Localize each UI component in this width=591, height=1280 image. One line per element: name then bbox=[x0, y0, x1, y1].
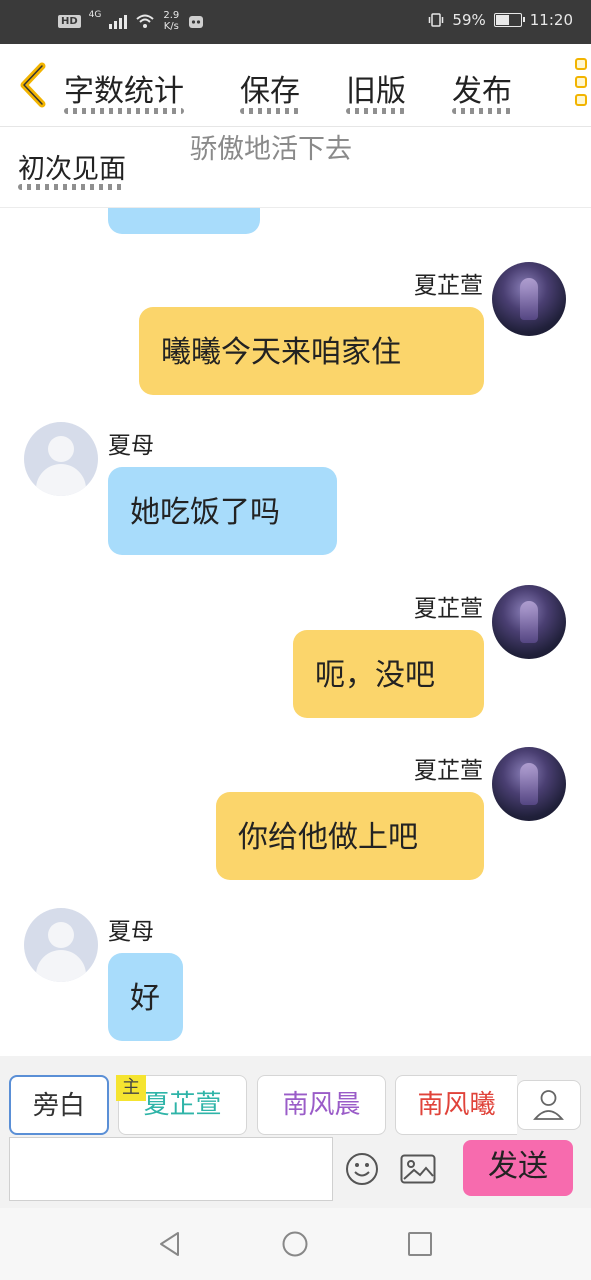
battery-percent: 59% bbox=[452, 11, 486, 29]
message-bubble-partial[interactable] bbox=[108, 208, 260, 234]
chapter-bar: 骄傲地活下去 初次见面 bbox=[0, 127, 591, 208]
flower-underline bbox=[346, 108, 406, 114]
recents-square-icon[interactable] bbox=[406, 1230, 434, 1258]
composer-panel: 旁白 夏芷萱 主 南风晨 南风曦 发送 bbox=[0, 1056, 591, 1208]
avatar-placeholder-icon[interactable] bbox=[24, 908, 98, 982]
role-narrator-button[interactable]: 旁白 bbox=[9, 1075, 109, 1135]
status-left: HD 4G 2.9 K/s bbox=[58, 10, 205, 32]
network-type: 4G bbox=[88, 10, 102, 20]
battery-icon bbox=[493, 13, 525, 27]
smiley-icon[interactable] bbox=[345, 1152, 379, 1186]
sender-name: 夏母 bbox=[108, 433, 154, 459]
send-button[interactable]: 发送 bbox=[463, 1140, 573, 1196]
sender-name: 夏芷萱 bbox=[414, 596, 483, 622]
role-button-3[interactable]: 南风曦 bbox=[395, 1075, 517, 1135]
flower-underline bbox=[64, 108, 184, 114]
message-input[interactable] bbox=[9, 1137, 333, 1201]
avatar[interactable] bbox=[492, 262, 566, 336]
chapter-title[interactable]: 初次见面 bbox=[18, 147, 126, 190]
avatar[interactable] bbox=[492, 747, 566, 821]
home-circle-icon[interactable] bbox=[281, 1230, 309, 1258]
signal-icon bbox=[109, 13, 128, 29]
editor-toolbar: 字数统计 保存 旧版 发布 bbox=[0, 44, 591, 127]
avatar[interactable] bbox=[492, 585, 566, 659]
status-bar: HD 4G 2.9 K/s 59% 11:20 bbox=[0, 0, 591, 44]
flower-underline bbox=[240, 108, 300, 114]
status-right: 59% 11:20 bbox=[428, 11, 573, 29]
old-version-button[interactable]: 旧版 bbox=[346, 66, 406, 114]
flower-underline bbox=[452, 108, 512, 114]
word-count-label: 字数统计 bbox=[64, 74, 184, 109]
message-bubble[interactable]: 你给他做上吧 bbox=[216, 792, 484, 880]
role-button-2[interactable]: 南风晨 bbox=[257, 1075, 386, 1135]
old-version-label: 旧版 bbox=[346, 74, 406, 109]
sender-name: 夏芷萱 bbox=[414, 758, 483, 784]
flower-underline bbox=[18, 184, 126, 190]
save-label: 保存 bbox=[240, 74, 300, 109]
word-count-button[interactable]: 字数统计 bbox=[64, 66, 184, 114]
more-vertical-icon[interactable] bbox=[575, 58, 589, 114]
battery-level bbox=[495, 15, 509, 25]
publish-button[interactable]: 发布 bbox=[452, 66, 512, 114]
message-bubble[interactable]: 好 bbox=[108, 953, 183, 1041]
sender-name: 夏母 bbox=[108, 919, 154, 945]
back-triangle-icon[interactable] bbox=[156, 1230, 184, 1258]
message-bubble[interactable]: 曦曦今天来咱家住 bbox=[139, 307, 484, 395]
message-bubble[interactable]: 呃，没吧 bbox=[293, 630, 484, 718]
image-icon[interactable] bbox=[400, 1154, 436, 1184]
avatar-placeholder-icon[interactable] bbox=[24, 422, 98, 496]
wifi-icon bbox=[136, 14, 155, 28]
vibrate-icon bbox=[429, 13, 444, 27]
publish-label: 发布 bbox=[452, 74, 512, 109]
hd-badge: HD bbox=[58, 14, 81, 28]
clock: 11:20 bbox=[529, 11, 573, 29]
person-glyph bbox=[533, 1090, 564, 1120]
system-nav-bar bbox=[0, 1208, 591, 1280]
watermark-text: 骄傲地活下去 bbox=[190, 134, 352, 165]
chat-area[interactable]: 夏芷萱 曦曦今天来咱家住 夏母 她吃饭了吗 夏芷萱 呃，没吧 夏芷萱 你给他做上… bbox=[0, 208, 591, 1056]
chevron-left-icon[interactable] bbox=[16, 62, 50, 108]
message-bubble[interactable]: 她吃饭了吗 bbox=[108, 467, 337, 555]
person-icon[interactable] bbox=[517, 1080, 581, 1130]
app-notification-icon bbox=[189, 16, 204, 28]
main-role-tag: 主 bbox=[116, 1075, 146, 1101]
network-speed: 2.9 K/s bbox=[163, 10, 180, 32]
save-button[interactable]: 保存 bbox=[240, 66, 300, 114]
sender-name: 夏芷萱 bbox=[414, 273, 483, 299]
